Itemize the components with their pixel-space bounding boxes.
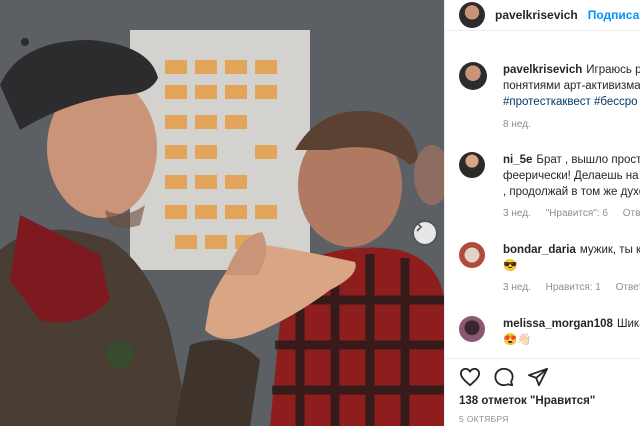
share-icon[interactable]: [527, 367, 549, 387]
post-panel: pavelkrisevich Подписат pavelkrisevich И…: [444, 0, 640, 426]
caption-text-line2: понятиями арт-активизма: [503, 80, 640, 92]
caption-time[interactable]: 8 нед.: [503, 119, 640, 130]
comment-username[interactable]: ni_5e: [503, 152, 532, 168]
comment-time[interactable]: 3 нед.: [503, 208, 531, 219]
reply-button[interactable]: Ответить: [616, 282, 640, 293]
avatar[interactable]: [459, 2, 485, 28]
comment-avatar[interactable]: [459, 316, 485, 342]
comment-avatar[interactable]: [459, 242, 485, 268]
comment-username[interactable]: bondar_daria: [503, 242, 576, 258]
next-image-button[interactable]: [414, 222, 436, 244]
comment-text: феерически! Делаешь на: [503, 170, 639, 182]
comment-avatar[interactable]: [459, 152, 485, 178]
photo-illustration: [0, 0, 444, 426]
comment-likes[interactable]: "Нравится": 6: [546, 208, 608, 219]
post-actions: 138 отметок "Нравится" 5 ОКТЯБРЯ: [445, 358, 640, 424]
comment-text: , продолжай в том же духе: [503, 186, 640, 198]
reply-button[interactable]: Ответить: [623, 208, 640, 219]
post-date[interactable]: 5 ОКТЯБРЯ: [445, 414, 640, 424]
chevron-right-icon: [416, 222, 423, 232]
caption-username[interactable]: pavelkrisevich: [503, 62, 582, 78]
comment-icon[interactable]: [493, 367, 515, 387]
likes-count[interactable]: 138 отметок "Нравится": [445, 395, 640, 407]
post-header: pavelkrisevich Подписат: [445, 0, 640, 31]
comment-text: 😎: [503, 260, 518, 272]
heart-icon[interactable]: [459, 367, 481, 387]
comment-text: Шикар: [616, 318, 640, 330]
comment-username[interactable]: melissa_morgan108: [503, 316, 613, 332]
caption-text-line1: Играюсь ру: [586, 64, 640, 76]
comment-text: 😍👋🏻: [503, 334, 532, 346]
comment-likes[interactable]: Нравится: 1: [546, 282, 601, 293]
comment-text: мужик, ты кр: [579, 244, 640, 256]
post-photo: [0, 0, 444, 426]
follow-button[interactable]: Подписат: [588, 8, 640, 22]
header-username[interactable]: pavelkrisevich: [495, 8, 578, 22]
comment-time[interactable]: 3 нед.: [503, 282, 531, 293]
caption-hashtags[interactable]: #протесткаквест #бессро: [503, 94, 640, 110]
caption-avatar[interactable]: [459, 62, 487, 90]
comment-text: Брат , вышло просто: [536, 154, 640, 166]
